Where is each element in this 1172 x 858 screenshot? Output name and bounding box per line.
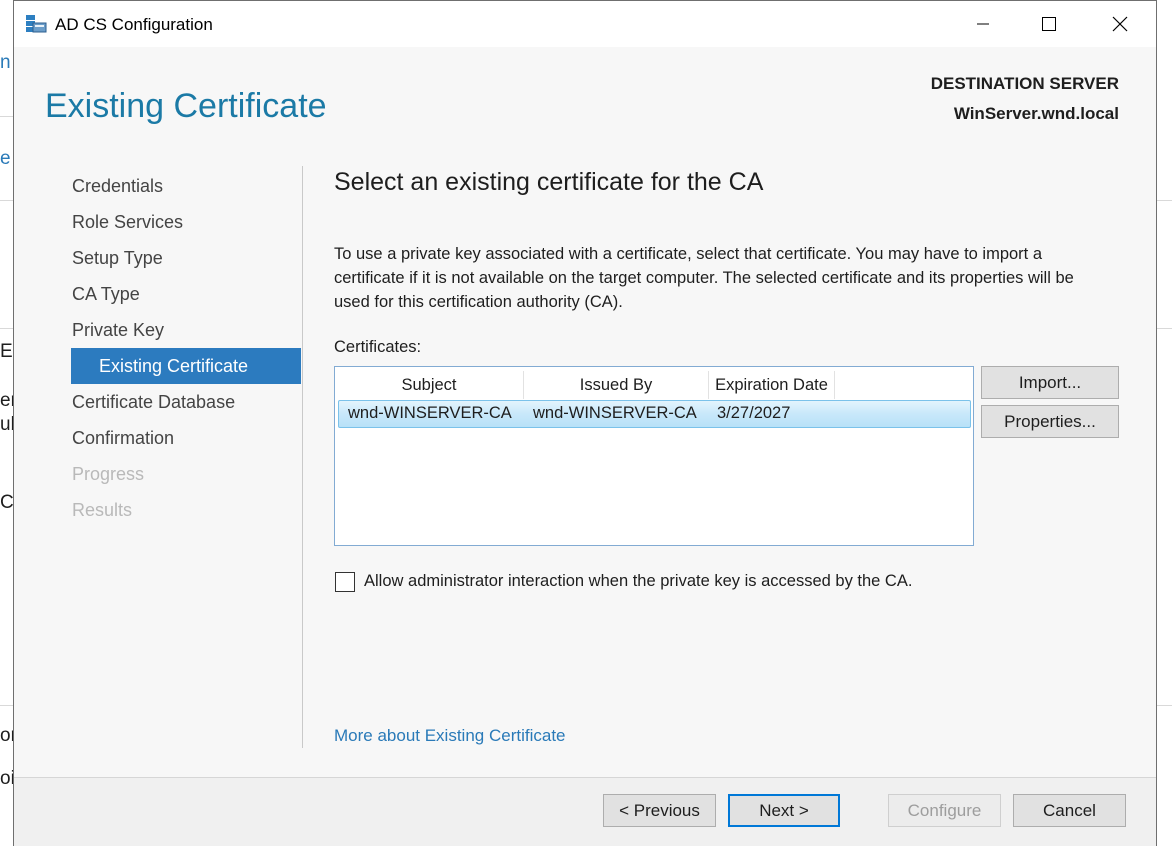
background-divider — [0, 328, 14, 329]
background-fragment: n — [0, 52, 11, 73]
background-fragment: C — [0, 492, 13, 513]
minimize-button[interactable] — [960, 1, 1006, 47]
configure-button: Configure — [888, 794, 1001, 827]
nav-item-existing-certificate[interactable]: Existing Certificate — [71, 348, 301, 384]
ad-cs-configuration-dialog: AD CS Configuration Existing Certificate… — [13, 0, 1157, 846]
nav-item-ca-type[interactable]: CA Type — [71, 276, 301, 312]
import-button[interactable]: Import... — [981, 366, 1119, 399]
nav-item-private-key[interactable]: Private Key — [71, 312, 301, 348]
background-fragment: er — [0, 390, 13, 411]
background-fragment: e — [0, 148, 11, 169]
wizard-nav: Credentials Role Services Setup Type CA … — [71, 168, 301, 528]
maximize-icon — [1042, 17, 1056, 31]
column-header-expiration-date[interactable]: Expiration Date — [709, 371, 835, 399]
nav-item-role-services[interactable]: Role Services — [71, 204, 301, 240]
destination-server-label: DESTINATION SERVER — [930, 74, 1119, 93]
nav-item-setup-type[interactable]: Setup Type — [71, 240, 301, 276]
background-fragment: or — [0, 725, 13, 746]
background-window: n e E er ub C or oi — [0, 0, 14, 858]
cell-expiration: 3/27/2027 — [717, 404, 791, 422]
background-divider — [0, 200, 14, 201]
more-about-link[interactable]: More about Existing Certificate — [334, 726, 566, 746]
nav-item-results: Results — [72, 500, 133, 520]
list-header: Subject Issued By Expiration Date — [335, 367, 973, 401]
nav-item-progress: Progress — [72, 464, 145, 484]
nav-item-certificate-database[interactable]: Certificate Database — [71, 384, 301, 420]
section-title: Select an existing certificate for the C… — [334, 168, 764, 196]
cancel-button[interactable]: Cancel — [1013, 794, 1126, 827]
next-button[interactable]: Next > — [728, 794, 840, 827]
admin-interaction-label[interactable]: Allow administrator interaction when the… — [364, 572, 912, 591]
background-fragment: ub — [0, 414, 13, 435]
destination-server-value: WinServer.wnd.local — [953, 104, 1119, 123]
maximize-button[interactable] — [1026, 1, 1072, 47]
background-fragment: E — [0, 341, 13, 362]
admin-interaction-checkbox[interactable] — [335, 572, 355, 592]
previous-button[interactable]: < Previous — [603, 794, 716, 827]
table-row[interactable]: wnd-WINSERVER-CA wnd-WINSERVER-CA 3/27/2… — [338, 400, 971, 428]
background-divider — [1156, 200, 1172, 201]
title-bar[interactable]: AD CS Configuration — [14, 1, 1156, 47]
close-button[interactable] — [1097, 1, 1143, 47]
properties-button[interactable]: Properties... — [981, 405, 1119, 438]
certificates-list[interactable]: Subject Issued By Expiration Date wnd-WI… — [334, 366, 974, 546]
background-fragment: oi — [0, 768, 13, 789]
page-title: Existing Certificate — [45, 87, 327, 125]
background-divider — [0, 705, 14, 706]
background-divider — [1156, 705, 1172, 706]
cell-issued-by: wnd-WINSERVER-CA — [533, 404, 697, 422]
window-title: AD CS Configuration — [55, 15, 213, 34]
nav-divider — [302, 166, 303, 748]
background-divider — [0, 116, 14, 117]
close-icon — [1112, 16, 1128, 32]
certificates-label: Certificates: — [334, 338, 422, 356]
cell-subject: wnd-WINSERVER-CA — [348, 404, 512, 422]
footer-bar: < Previous Next > Configure Cancel — [14, 777, 1156, 846]
background-divider — [1156, 328, 1172, 329]
nav-item-credentials[interactable]: Credentials — [71, 168, 301, 204]
nav-item-confirmation[interactable]: Confirmation — [71, 420, 301, 456]
server-manager-icon — [26, 15, 47, 33]
description-text: To use a private key associated with a c… — [334, 245, 1074, 311]
column-header-issued-by[interactable]: Issued By — [524, 371, 709, 399]
column-header-subject[interactable]: Subject — [335, 371, 524, 399]
minimize-icon — [977, 23, 989, 25]
